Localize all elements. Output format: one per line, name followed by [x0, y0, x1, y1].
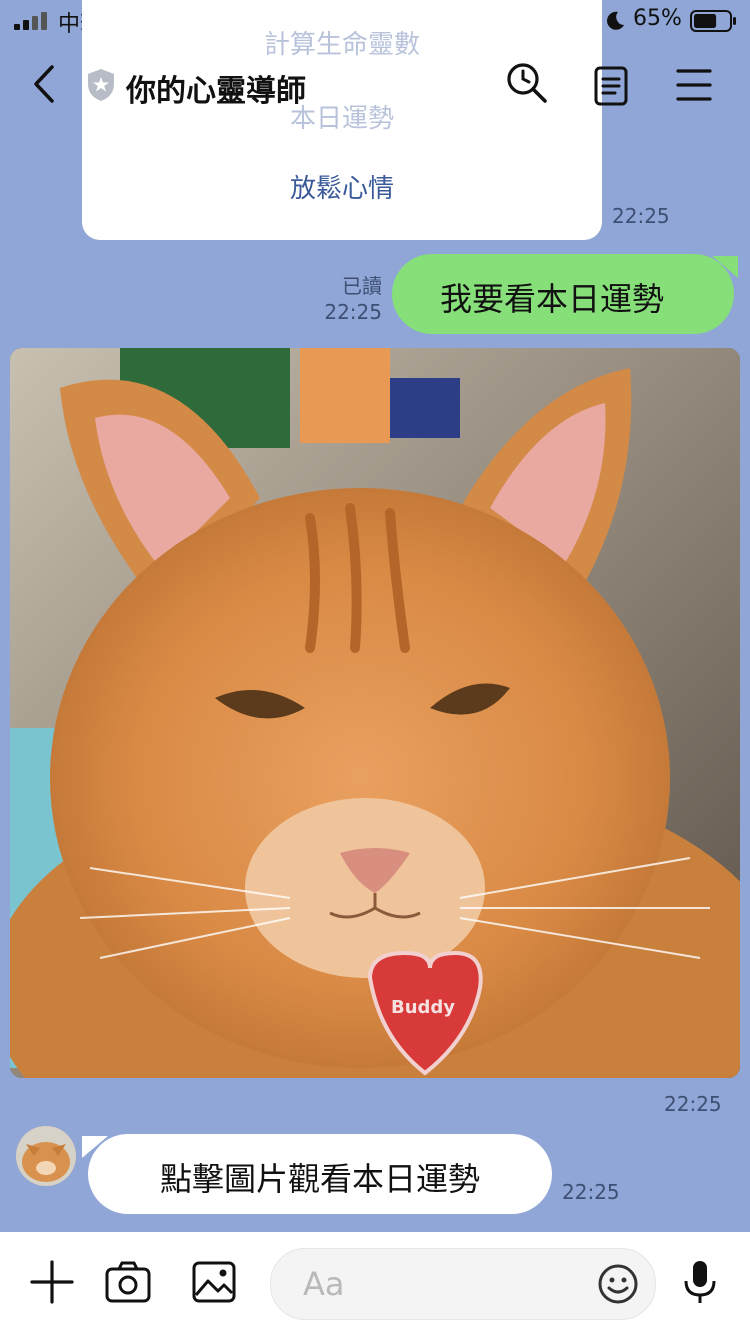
moon-icon: [607, 11, 624, 30]
message-time: 22:25: [324, 300, 382, 324]
tag-text: Buddy: [391, 997, 455, 1018]
chat-title: 你的心靈導師: [126, 74, 306, 109]
search-icon[interactable]: [506, 62, 548, 104]
orange-cat-image: Buddy: [10, 348, 740, 1078]
chat-header: 你的心靈導師: [0, 40, 750, 130]
battery-percent: 65%: [633, 6, 682, 31]
image-icon[interactable]: [190, 1258, 238, 1306]
menu-item-relax[interactable]: 放鬆心情: [82, 168, 602, 205]
plus-icon[interactable]: [28, 1258, 76, 1306]
received-message-text: 點擊圖片觀看本日運勢: [159, 1160, 480, 1198]
input-bar: Aa: [0, 1232, 750, 1334]
battery-icon: [690, 10, 736, 32]
message-time: 22:25: [612, 204, 670, 228]
read-receipt: 已讀: [342, 274, 382, 298]
camera-icon[interactable]: [104, 1258, 152, 1306]
input-placeholder: Aa: [303, 1265, 345, 1303]
message-time: 22:25: [664, 1092, 722, 1116]
mic-icon[interactable]: [676, 1258, 724, 1306]
emoji-icon[interactable]: [597, 1263, 639, 1305]
sent-message-text: 我要看本日運勢: [439, 280, 664, 318]
menu-icon[interactable]: [676, 68, 712, 102]
message-time: 22:25: [562, 1180, 620, 1204]
notes-icon[interactable]: [594, 66, 628, 106]
received-message-bubble[interactable]: 點擊圖片觀看本日運勢: [88, 1134, 552, 1214]
avatar[interactable]: [16, 1126, 76, 1186]
back-icon[interactable]: [30, 64, 58, 104]
shield-icon: [88, 69, 114, 101]
sent-message-bubble[interactable]: 我要看本日運勢: [392, 254, 734, 334]
cat-avatar-icon: [16, 1126, 76, 1186]
cat-photo-message[interactable]: Buddy: [10, 348, 740, 1078]
message-input[interactable]: Aa: [270, 1248, 656, 1320]
